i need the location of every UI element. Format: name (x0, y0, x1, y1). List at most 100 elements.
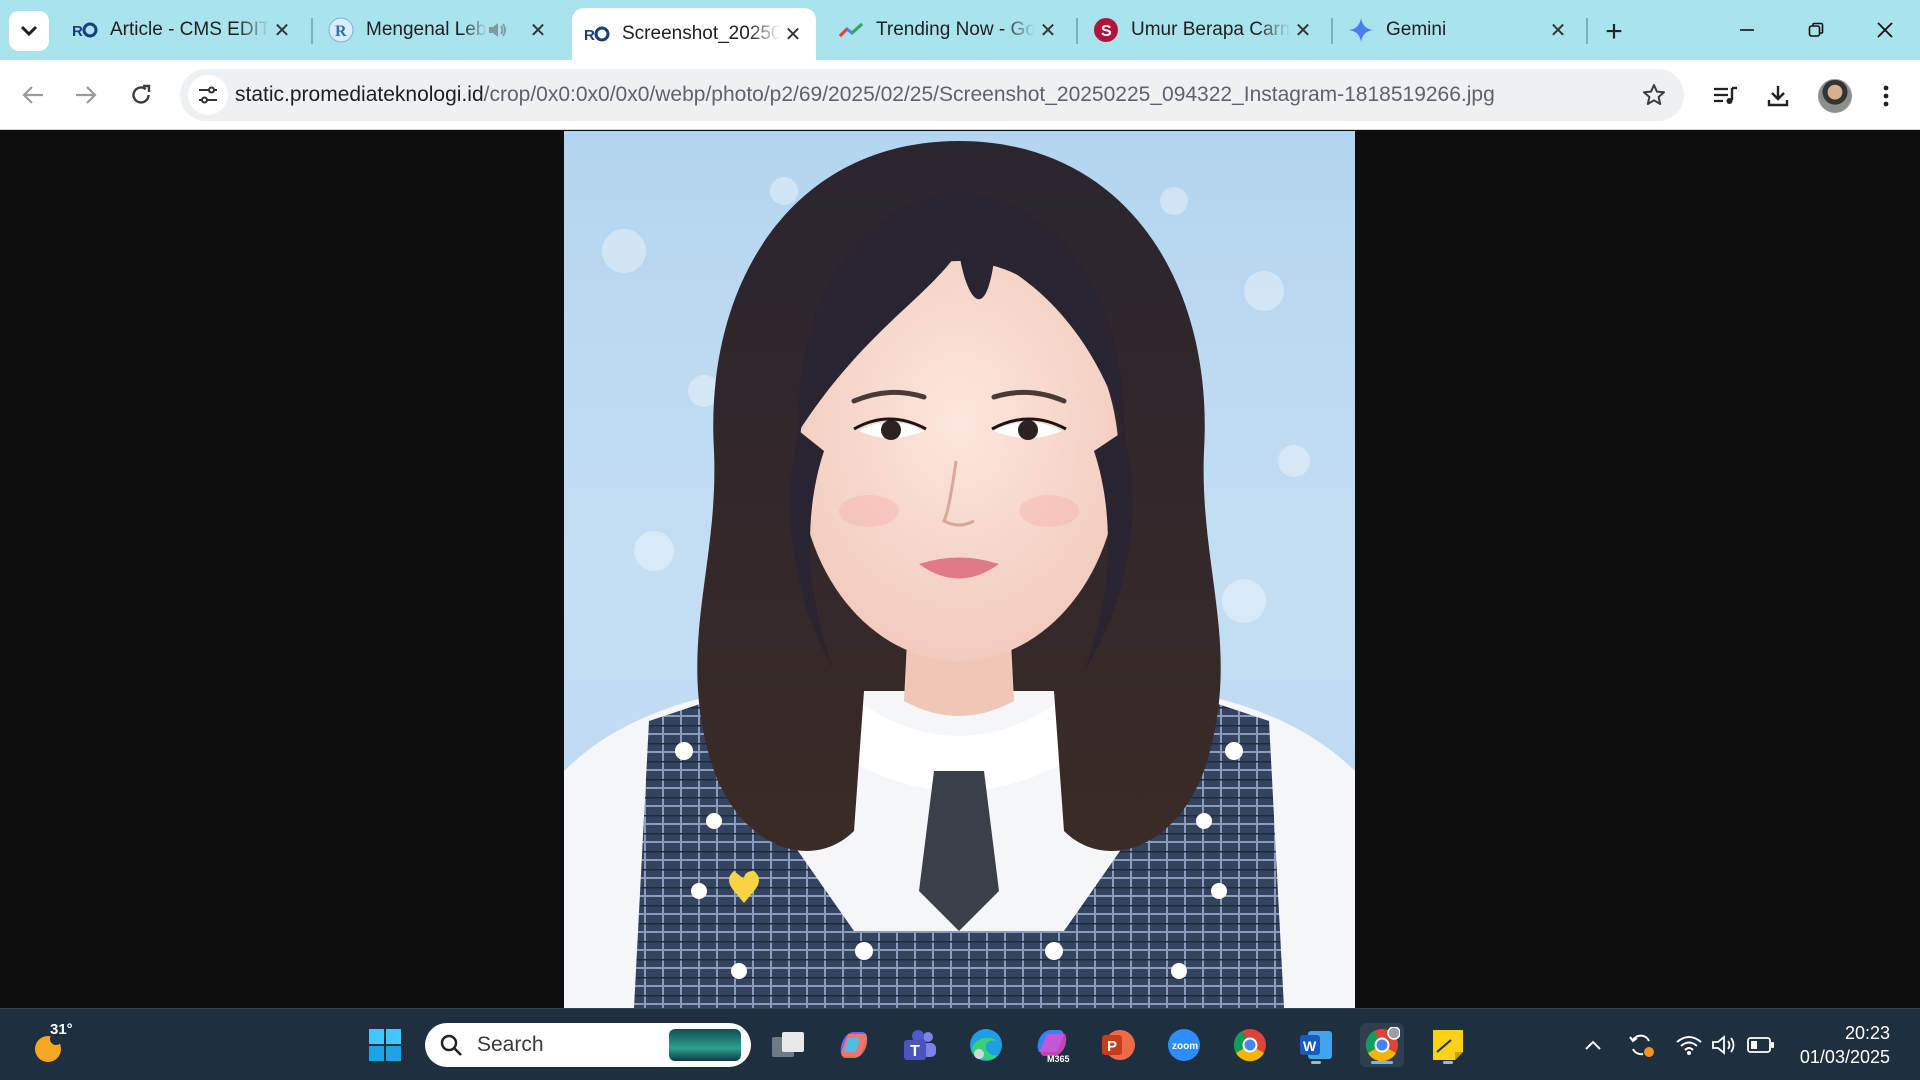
clock-time: 20:23 (1844, 1023, 1890, 1043)
queue-music-icon (1714, 86, 1737, 104)
sync-status-button[interactable] (1625, 1029, 1657, 1061)
close-window-button[interactable] (1855, 8, 1915, 52)
tab-separator (1331, 18, 1333, 44)
tab-umur[interactable]: S Umur Berapa Carmen ✕ (1081, 8, 1326, 52)
close-icon[interactable]: ✕ (1035, 17, 1061, 43)
battery-button[interactable] (1745, 1029, 1777, 1061)
edge-button[interactable] (964, 1023, 1008, 1067)
close-icon (1877, 22, 1893, 38)
copilot-button[interactable] (832, 1023, 876, 1067)
clock-date: 01/03/2025 (1799, 1047, 1890, 1067)
microsoft-365-button[interactable]: M365 (1030, 1023, 1074, 1067)
svg-text:T: T (910, 1043, 920, 1060)
powerpoint-button[interactable]: P (1096, 1023, 1140, 1067)
windows-taskbar: 31° Search T M365 P zoom W 20:23 01/03/2… (0, 1008, 1920, 1080)
chrome-button[interactable] (1228, 1023, 1272, 1067)
svg-text:P: P (1107, 1038, 1117, 1055)
word-icon: W (1300, 1031, 1332, 1059)
forward-button[interactable] (65, 74, 107, 116)
sync-icon (1629, 1034, 1654, 1057)
url-text[interactable]: static.promediateknologi.id/crop/0x0:0x0… (235, 69, 1495, 121)
powerpoint-icon: P (1102, 1030, 1135, 1060)
browser-toolbar: static.promediateknologi.id/crop/0x0:0x0… (0, 60, 1920, 130)
tab-gemini[interactable]: Gemini ✕ (1336, 8, 1581, 52)
ro-logo-icon: R (72, 17, 98, 43)
volume-icon (1712, 1035, 1735, 1055)
bookmark-star-button[interactable] (1638, 79, 1670, 111)
svg-text:R: R (72, 23, 83, 39)
copilot-icon (840, 1032, 868, 1058)
teams-button[interactable]: T (898, 1023, 942, 1067)
trends-icon (838, 17, 864, 43)
browser-menu-button[interactable] (1866, 76, 1906, 116)
site-info-button[interactable] (188, 75, 228, 115)
close-icon[interactable]: ✕ (780, 21, 806, 47)
teams-icon: T (904, 1030, 936, 1060)
chevron-up-icon (1585, 1040, 1601, 1050)
arrow-left-icon (22, 86, 43, 104)
wifi-icon (1676, 1036, 1702, 1055)
sticky-notes-icon (1433, 1030, 1463, 1060)
tab-screenshot[interactable]: R Screenshot_20250225 ✕ (572, 8, 816, 60)
tab-strip: R Article - CMS EDITOR ✕ R Mengenal Lebi… (0, 0, 1920, 60)
restore-icon (1808, 22, 1824, 37)
media-control-button[interactable] (1705, 76, 1745, 116)
wifi-button[interactable] (1673, 1029, 1705, 1061)
zoom-label: zoom (1172, 1041, 1198, 1052)
reload-button[interactable] (120, 74, 162, 116)
address-bar[interactable]: static.promediateknologi.id/crop/0x0:0x0… (180, 69, 1684, 121)
s-logo-icon: S (1093, 17, 1119, 43)
tab-separator (311, 18, 313, 44)
svg-text:R: R (335, 23, 347, 40)
tab-title: Screenshot_20250225 (622, 23, 780, 44)
tab-search-button[interactable] (9, 11, 49, 51)
running-indicator (1443, 1061, 1453, 1064)
sticky-notes-button[interactable] (1426, 1023, 1470, 1067)
restore-button[interactable] (1786, 8, 1846, 52)
m365-label: M365 (1047, 1054, 1070, 1064)
taskbar-search[interactable]: Search (425, 1023, 751, 1067)
chrome-profile-button[interactable] (1360, 1023, 1404, 1067)
svg-text:R: R (584, 27, 595, 43)
tab-mengenal[interactable]: R Mengenal Lebih ✕ (316, 8, 561, 52)
chevron-down-icon (20, 25, 38, 37)
close-icon[interactable]: ✕ (525, 17, 551, 43)
tab-title: Mengenal Lebih (366, 19, 487, 40)
close-icon[interactable]: ✕ (1545, 17, 1571, 43)
back-button[interactable] (12, 74, 54, 116)
system-clock[interactable]: 20:23 01/03/2025 (1800, 1021, 1890, 1069)
tab-title: Trending Now - Google Trends (876, 19, 1035, 40)
close-icon[interactable]: ✕ (269, 17, 295, 43)
task-view-icon (772, 1032, 804, 1057)
tab-title: Gemini (1386, 19, 1447, 40)
minimize-button[interactable] (1717, 8, 1777, 52)
tune-icon (199, 86, 217, 104)
svg-text:S: S (1101, 23, 1112, 40)
tab-title: Article - CMS EDITOR (110, 19, 269, 40)
chrome-icon (1233, 1029, 1266, 1062)
tab-trending[interactable]: Trending Now - Google Trends ✕ (826, 8, 1071, 52)
more-vert-icon (1883, 85, 1889, 107)
tab-separator (1076, 18, 1078, 44)
downloads-button[interactable] (1758, 76, 1798, 116)
close-icon[interactable]: ✕ (1290, 17, 1316, 43)
zoom-button[interactable]: zoom (1162, 1023, 1206, 1067)
star-icon (1643, 84, 1665, 105)
show-hidden-icons-button[interactable] (1577, 1029, 1609, 1061)
task-view-button[interactable] (766, 1023, 810, 1067)
battery-icon (1747, 1037, 1774, 1053)
volume-button[interactable] (1709, 1029, 1741, 1061)
m365-icon: M365 (1037, 1030, 1070, 1064)
speaker-icon[interactable] (487, 19, 509, 41)
tab-article-cms[interactable]: R Article - CMS EDITOR ✕ (60, 8, 305, 52)
tab-separator (1586, 18, 1588, 44)
weather-widget[interactable]: 31° (28, 1021, 73, 1067)
portrait-photo[interactable] (564, 131, 1355, 1008)
word-button[interactable]: W (1294, 1023, 1338, 1067)
portrait-illustration (564, 141, 1355, 1008)
reload-icon (132, 84, 151, 104)
profile-avatar[interactable] (1818, 79, 1852, 113)
chrome-icon (1365, 1027, 1400, 1062)
new-tab-button[interactable]: + (1596, 14, 1632, 50)
start-button[interactable] (363, 1023, 407, 1067)
